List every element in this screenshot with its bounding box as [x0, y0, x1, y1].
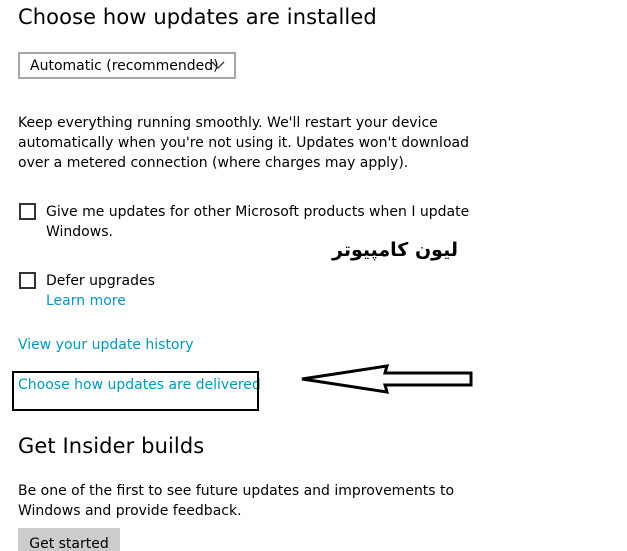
other-products-checkbox[interactable] — [19, 203, 36, 220]
other-products-label-line: Give me updates for other Microsoft prod… — [46, 204, 470, 220]
install-description-line: automatically when you're not using it. … — [18, 135, 469, 151]
install-description-line: over a metered connection (where charges… — [18, 155, 409, 171]
other-products-label[interactable]: Give me updates for other Microsoft prod… — [46, 202, 526, 242]
chevron-down-icon — [211, 61, 225, 69]
update-history-link[interactable]: View your update history — [18, 335, 194, 355]
install-section-title: Choose how updates are installed — [18, 5, 377, 29]
install-mode-dropdown[interactable]: Automatic (recommended) — [18, 52, 236, 79]
get-started-button-label: Get started — [29, 536, 109, 551]
get-started-button[interactable]: Get started — [18, 528, 120, 551]
annotation-arabic-text: لیون کامپیوتر — [332, 239, 458, 261]
settings-page: Choose how updates are installed Automat… — [0, 0, 627, 551]
insider-description-line: Windows and provide feedback. — [18, 503, 242, 519]
insider-description: Be one of the first to see future update… — [18, 481, 578, 521]
learn-more-link[interactable]: Learn more — [46, 291, 126, 311]
insider-description-line: Be one of the first to see future update… — [18, 483, 455, 499]
annotation-highlight-box — [12, 371, 259, 411]
insider-section-title: Get Insider builds — [18, 434, 205, 458]
install-description-line: Keep everything running smoothly. We'll … — [18, 115, 438, 131]
dropdown-value: Automatic (recommended) — [30, 57, 219, 74]
install-description: Keep everything running smoothly. We'll … — [18, 113, 578, 173]
defer-upgrades-label[interactable]: Defer upgrades — [46, 271, 155, 291]
defer-upgrades-checkbox[interactable] — [19, 272, 36, 289]
arrow-left-icon — [301, 364, 473, 394]
